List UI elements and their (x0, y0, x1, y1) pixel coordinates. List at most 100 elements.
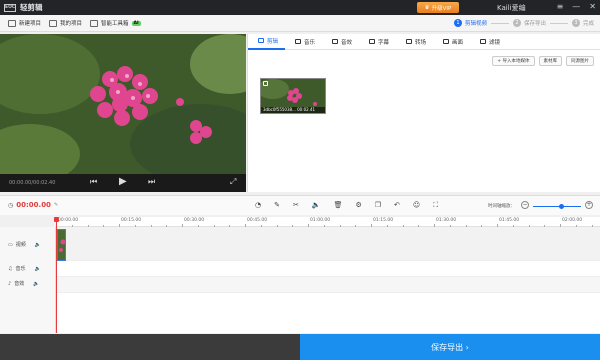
track-label-text: 视频 (15, 242, 26, 248)
ai-tools-button[interactable]: 智能工具箱 AI (90, 19, 141, 27)
window-controls: ≡ — ✕ (557, 2, 596, 11)
pen-icon[interactable]: ✎ (274, 201, 280, 210)
sticker-icon[interactable]: ☺ (413, 201, 420, 210)
sound-track[interactable] (56, 277, 600, 293)
current-time-value: 00:00.00 (16, 201, 51, 209)
tab-edit[interactable]: 剪辑 (248, 33, 285, 50)
mute-icon[interactable]: 🔈 (33, 281, 39, 287)
fullscreen-icon[interactable]: ⤢ (230, 177, 236, 187)
transition-icon (406, 39, 412, 44)
ruler-tick-label: 01:30.00 (436, 218, 457, 223)
new-project-button[interactable]: 新建项目 (8, 19, 41, 27)
timeline-video-clip[interactable] (57, 229, 66, 261)
playhead-handle[interactable] (54, 217, 59, 222)
user-name[interactable]: Kaili爱编 (497, 3, 526, 13)
save-export-button[interactable]: 保存导出 › (300, 334, 600, 360)
upgrade-vip-button[interactable]: ♛ 升级VIP (417, 2, 459, 13)
import-media-button[interactable]: + 导入本地媒体 (492, 56, 535, 66)
tab-subtitle[interactable]: 字幕 (359, 34, 396, 50)
crown-icon: ♛ (424, 4, 430, 11)
copy-icon[interactable]: ❐ (375, 201, 381, 210)
clip-frame (58, 230, 65, 260)
zoom-slider-handle[interactable] (559, 204, 564, 209)
media-panel: 剪辑 音乐 音效 字幕 转场 画面 滤镜 + 导入本地媒体 素材库 同源图片 3… (247, 33, 600, 192)
step-export: 2 保存导出 (512, 19, 546, 27)
music-track[interactable] (56, 261, 600, 277)
undo-icon[interactable]: ↶ (394, 201, 400, 210)
minimize-icon[interactable]: — (572, 2, 580, 11)
media-clip-thumbnail[interactable]: 3dbc0f555038... 00:02.41 (260, 78, 326, 114)
app-window: EOC 轻剪辑 ♛ 升级VIP Kaili爱编 ≡ — ✕ 新建项目 我的项目 … (0, 0, 600, 360)
track-label-sound: ♪ 音效 🔈 (8, 280, 39, 288)
mute-icon[interactable]: 🔈 (35, 242, 41, 248)
ruler-tick-label: 01:00.00 (310, 218, 331, 223)
ruler-tick-label: 00:15.00 (121, 218, 142, 223)
step-label: 剪辑视频 (464, 21, 487, 27)
sound-effect-icon (332, 39, 338, 44)
edit-time-icon[interactable]: ✎ (54, 202, 58, 208)
track-label-text: 音效 (14, 281, 25, 287)
ruler-tick-label: 01:45.00 (499, 218, 520, 223)
workflow-steps: 1 剪辑视频 2 保存导出 3 完成 (453, 19, 594, 27)
folder-icon (49, 19, 58, 27)
picture-icon (443, 39, 449, 44)
video-track-icon: ▭ (8, 241, 13, 248)
clip-select-checkbox[interactable] (263, 81, 268, 86)
menu-icon[interactable]: ≡ (557, 2, 564, 11)
close-icon[interactable]: ✕ (589, 2, 596, 11)
same-source-image-button[interactable]: 同源图片 (566, 56, 594, 66)
panel-tabs: 剪辑 音乐 音效 字幕 转场 画面 滤镜 (248, 33, 600, 50)
ruler-tick-label: 00:00.00 (58, 218, 79, 223)
tab-transition[interactable]: 转场 (396, 34, 433, 50)
volume-icon[interactable]: 🔈 (312, 201, 321, 210)
new-project-label: 新建项目 (19, 21, 42, 27)
previous-frame-icon[interactable]: ⏮ (90, 177, 97, 187)
my-projects-button[interactable]: 我的项目 (49, 19, 82, 27)
cut-icon[interactable]: ✂ (293, 201, 299, 210)
ai-badge: AI (131, 20, 141, 26)
step-number: 1 (453, 19, 462, 27)
crop-icon[interactable]: ⚙ (355, 201, 361, 210)
vip-label: 升级VIP (431, 5, 452, 12)
video-icon (258, 38, 264, 43)
tab-sound-effect[interactable]: 音效 (322, 34, 359, 50)
ruler-tick-label: 00:45.00 (247, 218, 268, 223)
video-track[interactable] (56, 227, 600, 261)
next-frame-icon[interactable]: ⏭ (148, 177, 155, 187)
new-project-icon (8, 19, 16, 27)
step-number: 3 (571, 19, 580, 27)
tab-label: 音乐 (304, 39, 316, 46)
music-track-icon: ♫ (8, 265, 13, 272)
music-icon (295, 39, 301, 44)
tab-label: 剪辑 (267, 38, 279, 45)
clip-name: 3dbc0f555038... (263, 107, 296, 112)
clip-info: 3dbc0f555038... 00:02.41 (261, 107, 325, 113)
speed-icon[interactable]: ◔ (255, 201, 261, 210)
tab-label: 滤镜 (489, 39, 501, 46)
current-time: ◷ 00:00.00 ✎ (8, 201, 58, 209)
timeline-ruler[interactable]: 00:00.00 00:15.00 00:30.00 00:45.00 01:00.00… (56, 217, 600, 227)
mute-icon[interactable]: 🔈 (35, 266, 41, 272)
text-icon (369, 39, 375, 44)
zoom-in-icon[interactable]: + (585, 201, 593, 209)
export-label: 保存导出 › (431, 342, 469, 352)
panel-actions: + 导入本地媒体 素材库 同源图片 (492, 56, 594, 66)
tab-label: 音效 (341, 39, 353, 46)
video-preview[interactable] (0, 34, 246, 192)
delete-icon[interactable]: 🗑 (334, 201, 343, 210)
step-number: 2 (512, 19, 521, 27)
timeline-tools: ◔ ✎ ✂ 🔈 🗑 ⚙ ❐ ↶ ☺ ⛶ (255, 201, 438, 210)
app-title: 轻剪辑 (20, 3, 43, 12)
play-icon[interactable]: ▶ (119, 176, 127, 187)
zoom-slider-track[interactable] (533, 206, 581, 207)
smart-crop-icon[interactable]: ⛶ (433, 201, 438, 210)
track-area[interactable] (56, 227, 600, 333)
tab-picture[interactable]: 画面 (433, 34, 470, 50)
track-labels: ▭ 视频 🔈 ♫ 音乐 🔈 ♪ 音效 🔈 (0, 227, 56, 333)
tab-filter[interactable]: 滤镜 (470, 34, 507, 50)
toolbox-icon (90, 19, 99, 27)
zoom-out-icon[interactable]: − (521, 201, 529, 209)
material-library-button[interactable]: 素材库 (538, 56, 562, 66)
tab-music[interactable]: 音乐 (285, 34, 322, 50)
playhead[interactable] (56, 217, 57, 333)
